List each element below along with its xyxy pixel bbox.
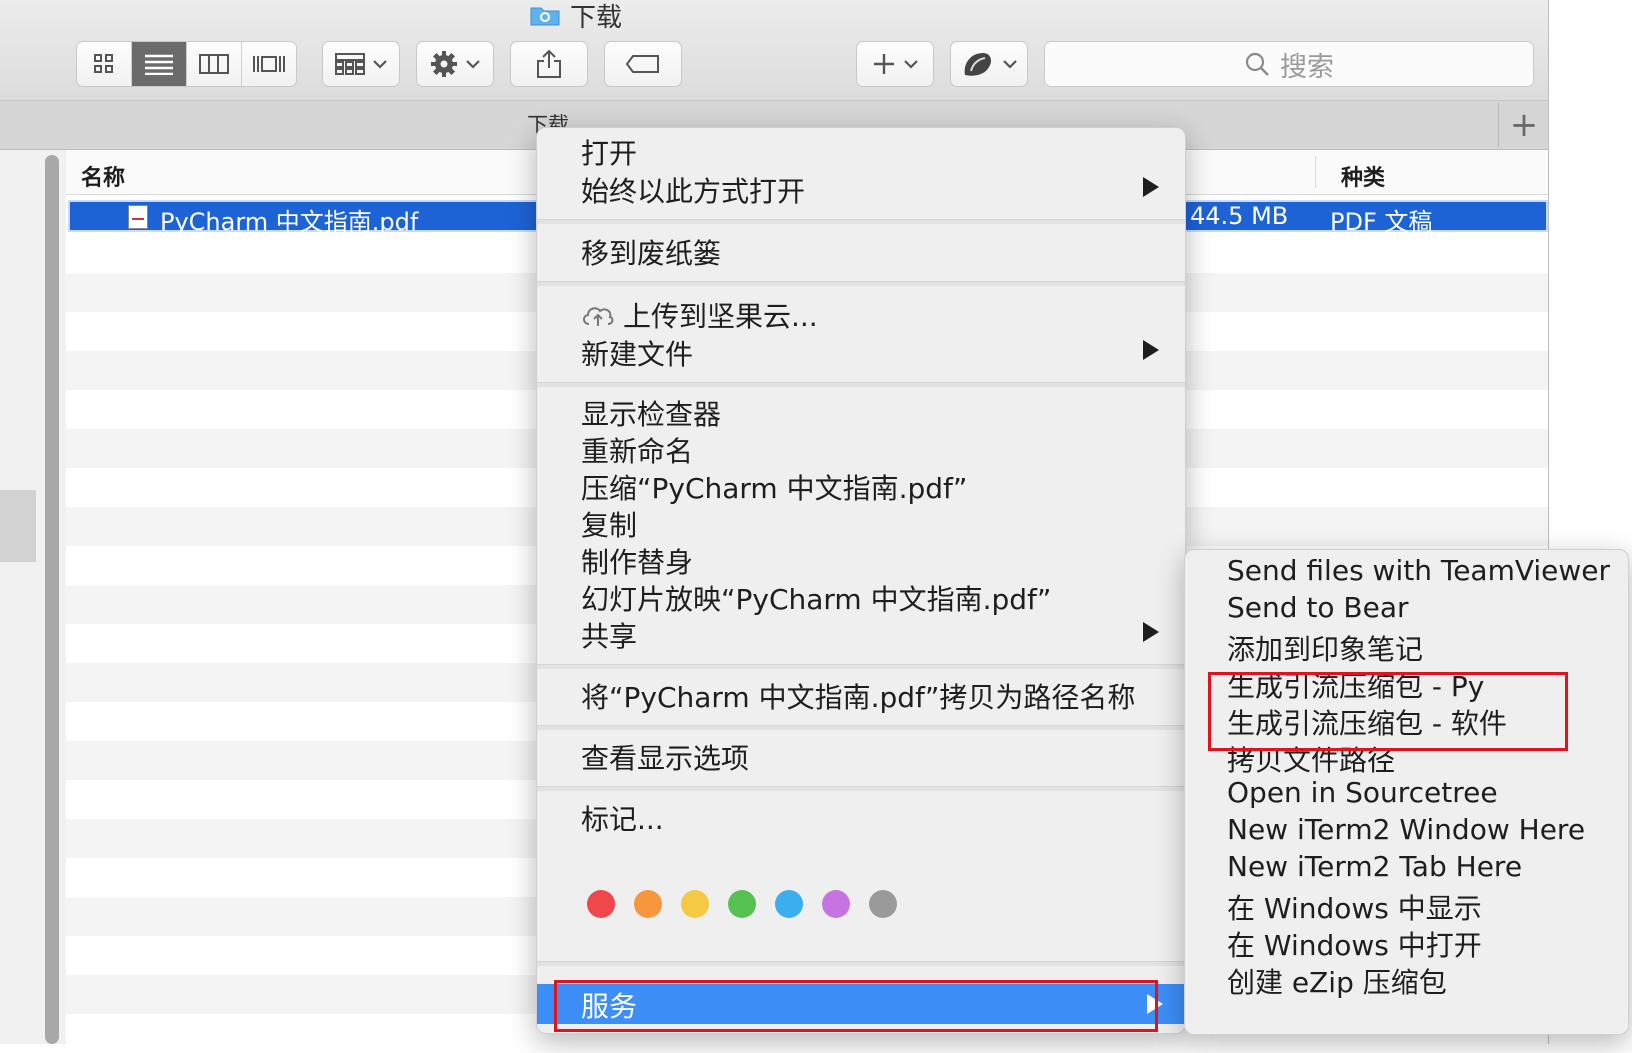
window-title: 下载: [530, 0, 622, 33]
column-divider[interactable]: [1315, 156, 1316, 188]
action-button[interactable]: [416, 41, 494, 87]
submenu-annotation-box: [1208, 672, 1568, 751]
menu-item-compress[interactable]: 压缩“PyCharm 中文指南.pdf”: [581, 467, 967, 507]
menu-separator: [537, 725, 1185, 730]
tag-color-yellow[interactable]: [681, 890, 709, 918]
service-item-send-to-bear[interactable]: Send to Bear: [1227, 591, 1409, 624]
search-icon: [1245, 52, 1269, 76]
menu-item-upload-label: 上传到坚果云...: [623, 300, 818, 333]
column-view-button[interactable]: [187, 42, 242, 86]
menu-item-make-alias[interactable]: 制作替身: [581, 541, 693, 581]
service-item-sourcetree[interactable]: Open in Sourcetree: [1227, 776, 1498, 809]
arrange-grid-icon: [335, 53, 365, 75]
cloud-upload-icon: [583, 307, 614, 326]
tag-color-gray[interactable]: [869, 890, 897, 918]
nut-cloud-button[interactable]: [950, 41, 1028, 87]
columns-icon: [199, 54, 229, 74]
pdf-file-icon: [128, 205, 148, 229]
cover-flow-view-button[interactable]: [242, 42, 296, 86]
tag-color-red[interactable]: [587, 890, 615, 918]
chevron-down-icon: [466, 60, 480, 69]
service-item-iterm-tab[interactable]: New iTerm2 Tab Here: [1227, 850, 1522, 883]
menu-item-view-options[interactable]: 查看显示选项: [581, 737, 749, 777]
menu-separator: [537, 961, 1185, 966]
share-icon: [537, 49, 561, 78]
icon-view-button[interactable]: [77, 42, 132, 86]
tag-color-orange[interactable]: [634, 890, 662, 918]
grid-icon: [94, 54, 113, 73]
column-kind-header[interactable]: 种类: [1341, 160, 1385, 192]
menu-item-duplicate[interactable]: 复制: [581, 504, 637, 544]
service-item-teamviewer[interactable]: Send files with TeamViewer: [1227, 554, 1610, 587]
menu-separator: [537, 219, 1185, 224]
nut-cloud-icon: [964, 53, 991, 76]
service-item-ezip[interactable]: 创建 eZip 压缩包: [1227, 961, 1447, 1001]
new-tab-button[interactable]: +: [1498, 103, 1549, 147]
toolbar: 下载 搜索: [0, 0, 1550, 101]
window-title-text: 下载: [570, 2, 623, 33]
menu-item-share[interactable]: 共享: [581, 615, 637, 655]
chevron-down-icon: [373, 60, 387, 69]
submenu-arrow-icon: [1143, 622, 1159, 642]
sidebar-scrollbar[interactable]: [45, 155, 59, 1044]
menu-item-slideshow[interactable]: 幻灯片放映“PyCharm 中文指南.pdf”: [581, 578, 1051, 618]
menu-separator: [537, 664, 1185, 669]
tag-color-blue[interactable]: [775, 890, 803, 918]
service-item-iterm-window[interactable]: New iTerm2 Window Here: [1227, 813, 1585, 846]
share-button[interactable]: [510, 41, 588, 87]
folder-icon: [530, 4, 560, 26]
service-item-evernote[interactable]: 添加到印象笔记: [1227, 628, 1423, 668]
chevron-down-icon: [1003, 60, 1017, 69]
menu-item-upload[interactable]: 上传到坚果云...: [581, 295, 818, 335]
file-kind: PDF 文稿: [1330, 208, 1433, 236]
context-menu: 打开 始终以此方式打开 移到废纸篓 上传到坚果云... 新建文件 显示检查器 重…: [536, 127, 1186, 1034]
view-mode-segmented-control[interactable]: [76, 41, 297, 87]
menu-item-open-with[interactable]: 始终以此方式打开: [581, 170, 805, 210]
tag-icon: [625, 55, 659, 73]
menu-item-open[interactable]: 打开: [581, 132, 637, 172]
service-item-show-in-windows[interactable]: 在 Windows 中显示: [1227, 887, 1482, 927]
plus-icon: [874, 54, 894, 74]
menu-separator: [537, 786, 1185, 791]
services-submenu: Send files with TeamViewer Send to Bear …: [1184, 549, 1629, 1035]
menu-item-move-to-trash[interactable]: 移到废纸篓: [581, 232, 721, 272]
search-placeholder: 搜索: [1280, 51, 1334, 83]
sidebar-selected-item[interactable]: [0, 490, 36, 562]
menu-item-copy-path[interactable]: 将“PyCharm 中文指南.pdf”拷贝为路径名称: [581, 676, 1135, 716]
list-icon: [145, 54, 173, 75]
menu-item-tags[interactable]: 标记...: [581, 798, 664, 838]
menu-item-new-file[interactable]: 新建文件: [581, 333, 693, 373]
chevron-down-icon: [904, 60, 918, 69]
file-name: PyCharm 中文指南.pdf: [160, 208, 419, 236]
tag-color-purple[interactable]: [822, 890, 850, 918]
tag-button[interactable]: [604, 41, 682, 87]
menu-separator: [537, 382, 1185, 387]
submenu-arrow-icon: [1143, 177, 1159, 197]
file-size: 44.5 MB: [1190, 202, 1289, 230]
services-annotation-box: [554, 980, 1158, 1032]
menu-separator: [537, 281, 1185, 286]
cover-flow-icon: [253, 56, 285, 72]
service-item-open-in-windows[interactable]: 在 Windows 中打开: [1227, 924, 1482, 964]
tag-color-green[interactable]: [728, 890, 756, 918]
arrange-button[interactable]: [322, 41, 400, 87]
new-item-button[interactable]: [856, 41, 934, 87]
submenu-arrow-icon: [1143, 340, 1159, 360]
menu-item-rename[interactable]: 重新命名: [581, 430, 693, 470]
gear-icon: [431, 51, 457, 77]
column-name-header[interactable]: 名称: [81, 160, 125, 192]
list-view-button[interactable]: [132, 42, 187, 86]
menu-item-show-inspector[interactable]: 显示检查器: [581, 393, 721, 433]
search-field[interactable]: 搜索: [1044, 41, 1534, 87]
